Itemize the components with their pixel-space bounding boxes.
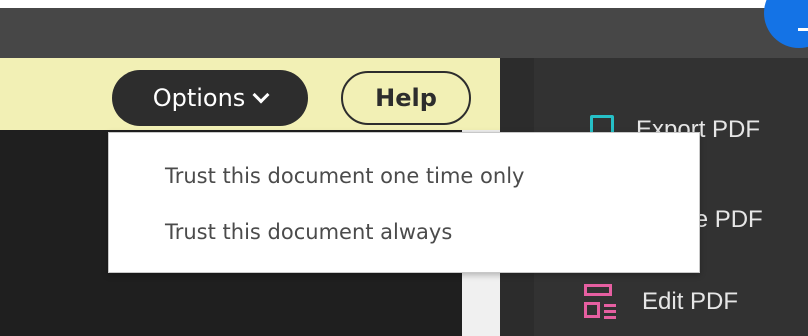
top-toolbar [0,0,808,58]
help-button[interactable]: Help [341,71,471,125]
tool-label: Edit PDF [642,288,739,315]
account-button[interactable] [764,0,808,48]
options-button-label: Options [152,84,246,112]
menu-item-trust-once[interactable]: Trust this document one time only [109,149,699,203]
menu-item-trust-always[interactable]: Trust this document always [109,205,699,259]
chevron-down-icon [252,86,270,104]
tool-edit-pdf[interactable]: Edit PDF [584,282,738,322]
options-button[interactable]: Options [112,70,308,126]
edit-pdf-icon [584,282,620,322]
share-icon [798,18,808,31]
options-dropdown-menu: Trust this document one time only Trust … [108,132,700,273]
